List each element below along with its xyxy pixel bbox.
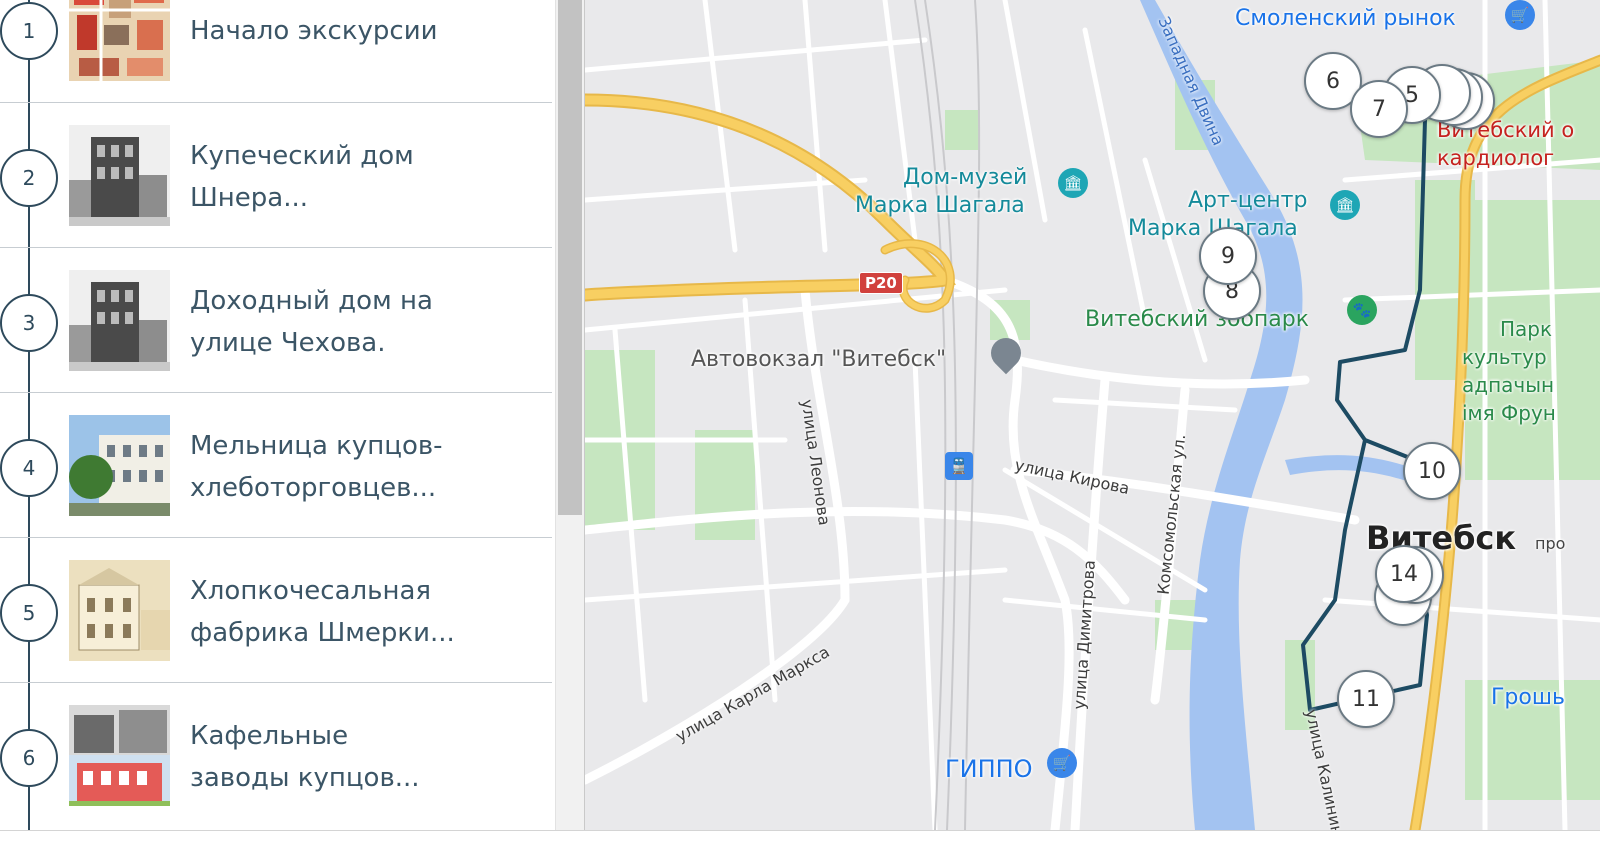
poi-groshy-label[interactable]: Грошь bbox=[1491, 685, 1565, 710]
page-footer-strip bbox=[0, 830, 1600, 860]
tour-item-1[interactable]: 1 Начало экскурсии bbox=[0, 0, 552, 103]
step-number: 3 bbox=[0, 294, 58, 352]
poi-bus-station-label[interactable]: Автовокзал "Витебск" bbox=[691, 347, 946, 372]
step-number: 4 bbox=[0, 439, 58, 497]
step-number: 5 bbox=[0, 584, 58, 642]
tour-item-title: Купеческий дом Шнера... bbox=[190, 141, 414, 213]
building-photo-thumbnail bbox=[69, 415, 170, 516]
shopping-cart-icon[interactable]: 🛒 bbox=[1505, 0, 1535, 30]
train-station-icon[interactable]: 🚆 bbox=[945, 452, 973, 480]
step-number: 2 bbox=[0, 149, 58, 207]
scrollbar-thumb[interactable] bbox=[558, 0, 582, 515]
poi-park-label-1[interactable]: Парк bbox=[1500, 317, 1552, 341]
poi-smolensk-market-label[interactable]: Смоленский рынок bbox=[1235, 6, 1456, 31]
poi-chagall-museum-label-2[interactable]: Марка Шагала bbox=[855, 193, 1025, 218]
building-photo-thumbnail bbox=[69, 270, 170, 371]
tour-item-5[interactable]: 5 Хлопкочесальная фабрика Шмерки... bbox=[0, 538, 552, 683]
tour-stops-list: 1 Начало экскурсии 2 Купеческий дом Шнер… bbox=[0, 0, 552, 830]
road-shield-p20: P20 bbox=[859, 272, 903, 294]
building-photo-thumbnail bbox=[69, 560, 170, 661]
paw-icon[interactable]: 🐾 bbox=[1347, 295, 1377, 325]
tour-item-6[interactable]: 6 Кафельные заводы купцов... bbox=[0, 683, 552, 828]
tour-item-title: Доходный дом на улице Чехова. bbox=[190, 286, 433, 358]
poi-cardio-label-2[interactable]: кардиолог bbox=[1437, 146, 1554, 170]
poi-park-label-2[interactable]: культур bbox=[1462, 345, 1547, 369]
building-photo-thumbnail bbox=[69, 705, 170, 806]
museum-icon[interactable]: 🏛 bbox=[1330, 190, 1360, 220]
poi-hippo-label[interactable]: ГИППО bbox=[945, 755, 1033, 783]
map-view[interactable]: P20 Смоленский рынок 🛒 Дом-музей Марка Ш… bbox=[584, 0, 1600, 830]
street-label-partial: про bbox=[1535, 534, 1566, 553]
map-marker-11[interactable]: 11 bbox=[1337, 670, 1395, 728]
tour-item-title: Начало экскурсии bbox=[190, 16, 438, 46]
tour-item-title: Хлопкочесальная фабрика Шмерки... bbox=[190, 576, 455, 648]
shopping-cart-icon[interactable]: 🛒 bbox=[1047, 748, 1077, 778]
poi-zoo-label[interactable]: Витебский зоопарк bbox=[1085, 307, 1309, 332]
sidebar-scrollbar[interactable] bbox=[555, 0, 584, 830]
poi-park-label-4[interactable]: імя Фрун bbox=[1462, 401, 1556, 425]
museum-icon[interactable]: 🏛 bbox=[1058, 168, 1088, 198]
tour-item-title: Мельница купцов- хлеботорговцев... bbox=[190, 431, 443, 503]
poi-art-center-label-1[interactable]: Арт-центр bbox=[1188, 188, 1307, 213]
tour-item-3[interactable]: 3 Доходный дом на улице Чехова. bbox=[0, 248, 552, 393]
poi-park-label-3[interactable]: адпачын bbox=[1462, 373, 1554, 397]
tour-item-2[interactable]: 2 Купеческий дом Шнера... bbox=[0, 103, 552, 248]
poi-chagall-museum-label-1[interactable]: Дом-музей bbox=[903, 165, 1027, 190]
step-number: 1 bbox=[0, 2, 58, 60]
step-number: 6 bbox=[0, 729, 58, 787]
tour-item-title: Кафельные заводы купцов... bbox=[190, 721, 420, 793]
old-map-thumbnail bbox=[69, 0, 170, 81]
tour-item-4[interactable]: 4 Мельница купцов- хлеботорговцев... bbox=[0, 393, 552, 538]
building-photo-thumbnail bbox=[69, 125, 170, 226]
map-marker-14[interactable]: 14 bbox=[1375, 545, 1433, 603]
map-marker-10[interactable]: 10 bbox=[1403, 442, 1461, 500]
map-marker-9[interactable]: 9 bbox=[1199, 227, 1257, 285]
map-marker-7[interactable]: 7 bbox=[1350, 80, 1408, 138]
